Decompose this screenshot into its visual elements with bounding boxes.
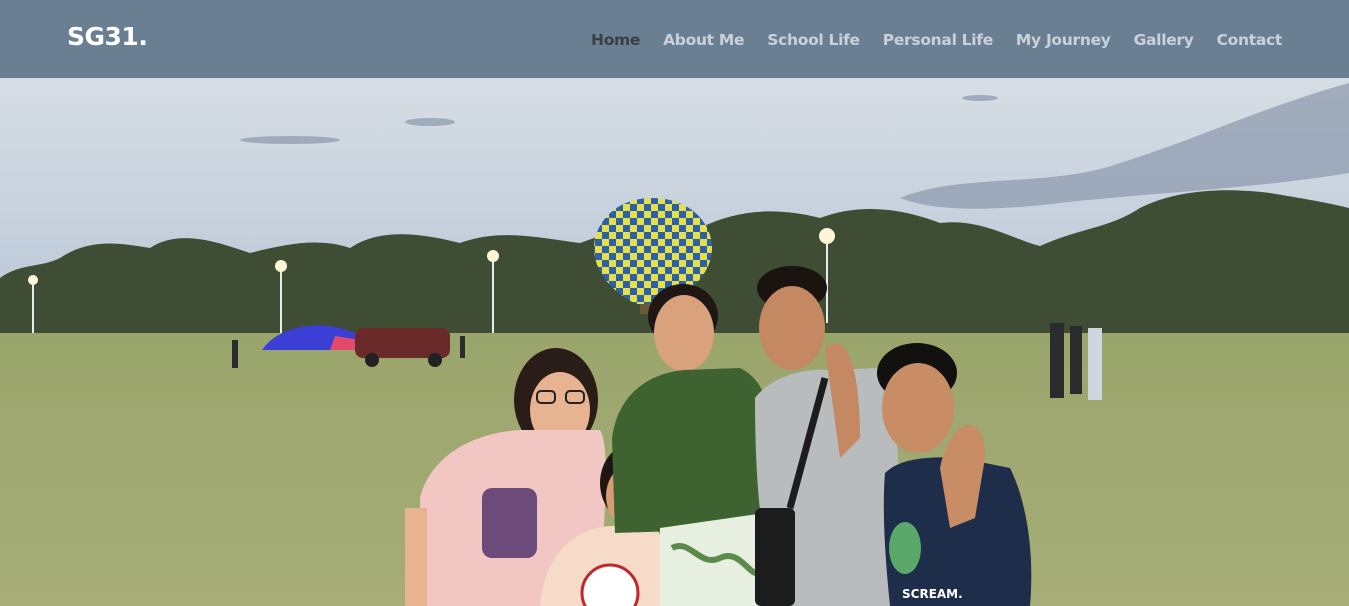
nav-about-me[interactable]: About Me xyxy=(663,31,744,49)
nav-my-journey[interactable]: My Journey xyxy=(1016,31,1111,49)
family-photo-illustration: SCREAM. xyxy=(0,78,1349,606)
top-navbar: SG31. Home About Me School Life Personal… xyxy=(0,0,1349,78)
hero-photo: SCREAM. xyxy=(0,78,1349,606)
nav-contact[interactable]: Contact xyxy=(1217,31,1283,49)
boy-shirt-text: SCREAM. xyxy=(902,587,963,601)
nav-home[interactable]: Home xyxy=(591,31,640,49)
main-nav: Home About Me School Life Personal Life … xyxy=(591,30,1282,49)
nav-gallery[interactable]: Gallery xyxy=(1134,31,1194,49)
nav-personal-life[interactable]: Personal Life xyxy=(883,31,993,49)
site-logo[interactable]: SG31. xyxy=(67,22,148,51)
nav-school-life[interactable]: School Life xyxy=(767,31,860,49)
